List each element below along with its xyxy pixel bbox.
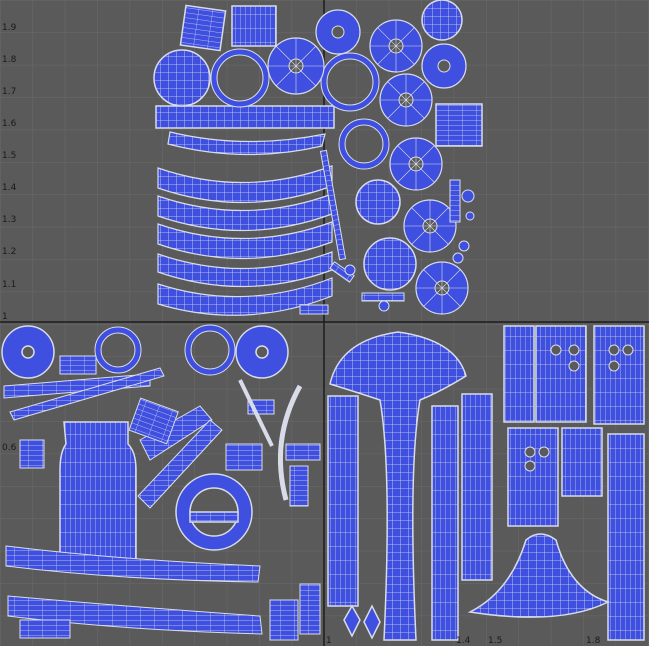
tick-label: 1.6 [2, 119, 17, 129]
strap-island[interactable] [155, 105, 335, 129]
strap-island[interactable] [435, 103, 483, 147]
strap-island[interactable] [179, 4, 227, 52]
tick-label: 1.7 [2, 87, 16, 97]
tick-label: 1.8 [586, 636, 601, 646]
strap-island[interactable] [231, 5, 277, 47]
tick-label: 1.8 [2, 55, 17, 65]
ring-island[interactable] [153, 49, 211, 107]
uv-viewport[interactable]: 1.9 1.8 1.7 1.6 1.5 1.4 1.3 1.2 1.1 1 0.… [0, 0, 649, 646]
ring-island[interactable] [421, 0, 463, 41]
shaft-island[interactable] [461, 393, 493, 581]
panel-island[interactable] [535, 325, 587, 423]
panel-island[interactable] [503, 325, 535, 423]
panel-island[interactable] [561, 427, 603, 497]
shaft-island[interactable] [327, 395, 359, 607]
ring-island[interactable] [355, 179, 401, 225]
shaft-island[interactable] [431, 405, 459, 641]
tick-label: 0.6 [2, 443, 17, 453]
tick-label: 1.5 [2, 151, 16, 161]
jar-island[interactable] [59, 421, 137, 573]
tick-label: 1 [2, 312, 8, 322]
panel-island[interactable] [593, 325, 645, 425]
tick-label: 1.2 [2, 247, 16, 257]
tick-label: 1.9 [2, 23, 17, 33]
tick-label: 1.4 [456, 636, 471, 646]
shaft-island[interactable] [607, 433, 645, 641]
tick-label: 1.3 [2, 215, 16, 225]
tick-label: 1.1 [2, 280, 16, 290]
tick-label: 1.4 [2, 183, 17, 193]
tick-label: 1.5 [488, 636, 502, 646]
panel-island[interactable] [507, 427, 559, 527]
tick-label: 1 [326, 636, 332, 646]
ring-island[interactable] [363, 237, 417, 291]
uv-canvas[interactable]: 1.9 1.8 1.7 1.6 1.5 1.4 1.3 1.2 1.1 1 0.… [0, 0, 649, 646]
